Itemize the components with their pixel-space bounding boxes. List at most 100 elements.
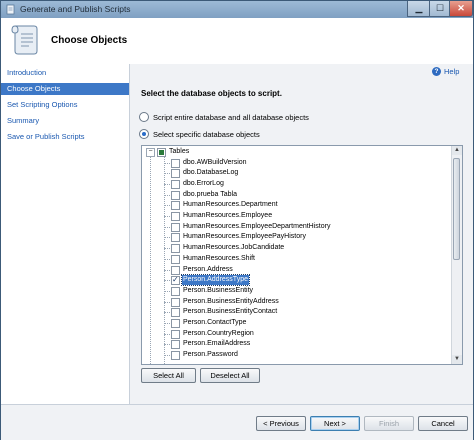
tree-branch-line [164, 194, 170, 196]
tree-item-checkbox[interactable] [171, 286, 180, 296]
tree-item[interactable]: Person.CountryRegion [142, 329, 450, 339]
tree-item-checkbox[interactable] [171, 340, 180, 350]
tree-item[interactable]: dbo.prueba Tabla [142, 190, 450, 200]
radio-entire-database[interactable]: Script entire database and all database … [139, 112, 309, 122]
tree-item[interactable]: HumanResources.EmployeeDepartmentHistory [142, 222, 450, 232]
tree-item[interactable]: Person.AddressType [142, 274, 450, 287]
tree-item[interactable]: HumanResources.Employee [142, 211, 450, 221]
tree-branch-line [164, 173, 170, 175]
help-icon: ? [432, 67, 441, 76]
scroll-thumb[interactable] [453, 158, 460, 260]
tree-branch-line [164, 290, 170, 292]
tree-item[interactable]: HumanResources.JobCandidate [142, 243, 450, 254]
tree-item-checkbox[interactable] [171, 275, 180, 286]
next-button[interactable]: Next > [310, 416, 360, 431]
tree-item-label: HumanResources.Department [183, 201, 278, 209]
tree-scrollbar[interactable]: ▲ ▼ [451, 146, 462, 364]
tree-item[interactable]: HumanResources.Department [142, 200, 450, 211]
tree-item-checkbox[interactable] [171, 297, 180, 307]
tree-item-checkbox[interactable] [171, 169, 180, 179]
tree-item-checkbox[interactable] [171, 319, 180, 328]
close-button[interactable]: ✕ [449, 1, 473, 17]
maximize-button[interactable]: ☐ [429, 1, 451, 17]
tree-branch-line [164, 216, 170, 217]
tree-branch-line [164, 205, 170, 207]
tree-item[interactable]: HumanResources.EmployeePayHistory [142, 232, 450, 243]
minimize-button[interactable]: ▁ [407, 1, 431, 17]
wizard-header: Choose Objects [1, 18, 473, 65]
tree-item-label: Person.BusinessEntity [183, 286, 254, 294]
tree-item[interactable]: HumanResources.Shift [142, 254, 450, 264]
tree-item-label: Person.CountryRegion [183, 329, 254, 337]
radio-specific-objects[interactable]: Select specific database objects [139, 129, 260, 139]
scroll-icon [6, 4, 15, 15]
tree-item-checkbox[interactable] [171, 158, 180, 168]
tree-branch-line [164, 237, 170, 239]
wizard-nav: Introduction Choose Objects Set Scriptin… [1, 64, 130, 404]
tree-branch-line [164, 312, 170, 314]
tree-item-checkbox[interactable] [171, 244, 180, 254]
tree-root-tables[interactable]: − Tables [142, 147, 450, 157]
nav-item-summary[interactable]: Summary [1, 115, 129, 127]
previous-button[interactable]: < Previous [256, 416, 306, 431]
nav-item-introduction[interactable]: Introduction [1, 67, 129, 79]
nav-item-choose-objects[interactable]: Choose Objects [1, 83, 129, 95]
tree-item-checkbox[interactable] [171, 179, 180, 189]
tree-item-checkbox[interactable] [171, 222, 180, 232]
cancel-button[interactable]: Cancel [418, 416, 468, 431]
tree-branch-line [164, 248, 170, 250]
tree-item-label: Person.BusinessEntityAddress [183, 297, 279, 305]
tree-item[interactable]: Person.BusinessEntityContact [142, 307, 450, 318]
scroll-down-icon[interactable]: ▼ [452, 355, 462, 364]
tree-branch-line [164, 183, 170, 185]
main-panel: ? Help Select the database objects to sc… [130, 64, 473, 404]
tree-item-checkbox[interactable] [171, 233, 180, 243]
radio-specific-button[interactable] [139, 129, 149, 139]
tree-branch-line [164, 280, 170, 282]
tree-branch-line [164, 355, 170, 357]
tree-root-label: Tables [169, 148, 190, 155]
tree-item-checkbox[interactable] [171, 329, 180, 339]
script-scroll-icon [11, 25, 38, 55]
tree-item[interactable]: Person.Password [142, 350, 450, 361]
tree-item[interactable]: dbo.ErrorLog [142, 179, 450, 189]
wizard-window: Generate and Publish Scripts ▁ ☐ ✕ Choos… [0, 0, 474, 440]
tree-item[interactable]: Person.BusinessEntityAddress [142, 297, 450, 307]
title-bar[interactable]: Generate and Publish Scripts ▁ ☐ ✕ [1, 1, 473, 18]
tree-item-label: Person.ContactType [183, 319, 247, 326]
select-all-button[interactable]: Select All [141, 368, 196, 383]
tree-item-checkbox[interactable] [171, 265, 180, 275]
tree-item-checkbox[interactable] [171, 351, 180, 361]
tree-item-label: HumanResources.JobCandidate [183, 244, 285, 252]
tree-item-checkbox[interactable] [171, 212, 180, 221]
tree-item[interactable]: Person.EmailAddress [142, 339, 450, 350]
object-tree[interactable]: − Tables dbo.AWBuildVersion dbo.DatabaseL… [141, 145, 463, 365]
tree-item[interactable]: dbo.AWBuildVersion [142, 158, 450, 168]
nav-item-set-scripting-options[interactable]: Set Scripting Options [1, 99, 129, 111]
scroll-up-icon[interactable]: ▲ [452, 146, 462, 155]
tree-branch-line [164, 301, 170, 303]
finish-button[interactable]: Finish [364, 416, 414, 431]
tree-item-label: dbo.DatabaseLog [183, 169, 239, 177]
tree-branch-line [164, 344, 170, 346]
tree-item-label: Person.AddressType [181, 274, 250, 287]
tree-item-label: HumanResources.Employee [183, 212, 273, 219]
tree-item-checkbox[interactable] [171, 254, 180, 264]
help-link[interactable]: ? Help [432, 67, 459, 76]
tree-item-label: Person.BusinessEntityContact [183, 308, 278, 316]
tree-item-checkbox[interactable] [171, 308, 180, 318]
tree-item[interactable]: dbo.DatabaseLog [142, 168, 450, 179]
tree-item-checkbox[interactable] [171, 190, 180, 200]
collapse-icon[interactable]: − [146, 148, 155, 157]
minimize-icon: ▁ [415, 3, 423, 13]
radio-entire-button[interactable] [139, 112, 149, 122]
tree-item-checkbox[interactable] [171, 201, 180, 211]
tables-checkbox[interactable] [157, 148, 166, 157]
nav-item-save-or-publish[interactable]: Save or Publish Scripts [1, 131, 129, 143]
deselect-all-button[interactable]: Deselect All [200, 368, 260, 383]
tree-item[interactable]: Person.ContactType [142, 318, 450, 328]
window-title: Generate and Publish Scripts [20, 4, 131, 14]
tree-item[interactable]: Person.BusinessEntity [142, 286, 450, 296]
tree-item-label: Person.Address [183, 265, 233, 273]
tree-item[interactable]: Person.Address [142, 265, 450, 275]
